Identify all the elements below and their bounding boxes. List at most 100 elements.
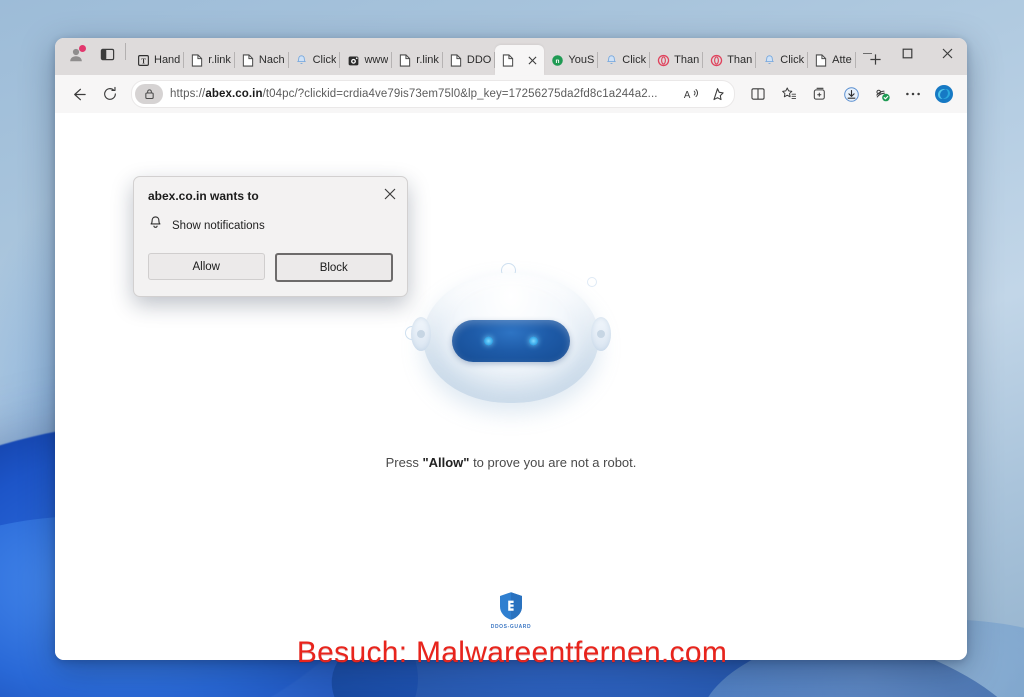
robot-ear-left	[411, 316, 431, 351]
robot-ear-dot	[597, 329, 605, 338]
tab-actions-icon	[100, 48, 114, 61]
browser-toolbar: https://abex.co.in/t04pc/?clickid=crdia4…	[55, 75, 967, 113]
read-aloud-button[interactable]: A	[678, 83, 704, 105]
bell-blue-icon	[604, 53, 618, 67]
robot-ear-right	[591, 316, 611, 351]
page-icon	[398, 53, 412, 67]
tab-list: T Hand r.link Nach Click www r.link DDO …	[130, 38, 881, 75]
page-icon	[190, 53, 204, 67]
red-circle-icon	[709, 53, 723, 67]
settings-and-more-button[interactable]	[898, 80, 928, 108]
tab-item[interactable]: r.link	[392, 45, 443, 75]
tab-actions-button[interactable]	[93, 42, 121, 68]
page-icon	[241, 53, 255, 67]
tab-item[interactable]: Than	[650, 45, 704, 75]
url-text[interactable]: https://abex.co.in/t04pc/?clickid=crdia4…	[170, 88, 678, 100]
maximize-button[interactable]	[887, 38, 927, 68]
favorites-star-list-icon	[782, 87, 797, 99]
tab-item[interactable]: Nach	[235, 45, 289, 75]
copilot-button[interactable]	[929, 80, 959, 108]
robot-mascot	[401, 263, 621, 413]
permission-request-row: Show notifications	[148, 215, 393, 236]
star-icon	[712, 87, 724, 100]
bell-icon	[148, 215, 163, 236]
tab-item[interactable]: Atte	[808, 45, 856, 75]
profile-button[interactable]	[61, 41, 91, 69]
svg-text:n: n	[555, 58, 559, 65]
tab-item[interactable]: www	[340, 45, 393, 75]
favorite-button[interactable]	[704, 83, 730, 105]
text-t-icon: T	[136, 53, 150, 67]
bell-blue-icon	[295, 53, 309, 67]
page-icon	[814, 53, 828, 67]
prompt-suffix: to prove you are not a robot.	[469, 455, 637, 470]
tab-item[interactable]: Click	[598, 45, 650, 75]
block-button[interactable]: Block	[274, 253, 393, 282]
tab-title: Hand	[154, 54, 181, 66]
robot-eye-right	[529, 336, 538, 346]
browser-essentials-icon	[875, 89, 890, 101]
toolbar-right-actions	[743, 80, 959, 108]
robot-visor	[452, 320, 570, 362]
ellipsis-icon	[906, 92, 920, 96]
desktop: T Hand r.link Nach Click www r.link DDO …	[0, 0, 1024, 697]
svg-text:A: A	[684, 90, 691, 101]
refresh-button[interactable]	[95, 80, 125, 108]
favorites-button[interactable]	[774, 80, 804, 108]
prompt-text: Press "Allow" to prove you are not a rob…	[386, 455, 637, 470]
page-icon	[449, 53, 463, 67]
downloads-button[interactable]	[836, 80, 866, 108]
back-arrow-icon	[73, 88, 86, 100]
maximize-icon	[902, 48, 912, 58]
download-icon	[843, 86, 859, 102]
tab-title: Click	[312, 54, 337, 66]
tab-title: r.link	[416, 54, 439, 66]
prompt-prefix: Press	[385, 455, 423, 470]
ddos-guard-footer: DDOS-GUARD	[55, 591, 967, 630]
back-button[interactable]	[63, 80, 93, 108]
tab-item[interactable]: Click	[289, 45, 341, 75]
tab-item[interactable]: n YouS	[544, 45, 599, 75]
tab-item[interactable]: r.link	[184, 45, 235, 75]
page-content: Press "Allow" to prove you are not a rob…	[55, 113, 967, 660]
minimize-icon	[862, 52, 872, 54]
green-circle-icon: n	[550, 53, 564, 67]
tab-item[interactable]: Click	[756, 45, 808, 75]
page-icon	[501, 53, 515, 67]
window-controls	[847, 38, 967, 75]
browser-essentials-button[interactable]	[867, 80, 897, 108]
url-domain: abex.co.in	[205, 88, 263, 100]
tab-item[interactable]: DDO	[443, 45, 496, 75]
close-button[interactable]	[927, 38, 967, 68]
allow-button[interactable]: Allow	[148, 253, 265, 280]
tabstrip-left-controls	[61, 38, 130, 75]
permission-request-label: Show notifications	[172, 219, 265, 232]
tab-title: Atte	[832, 54, 852, 66]
tab-title: Than	[674, 54, 700, 66]
tab-title: www	[364, 54, 389, 66]
robot-ear-dot	[417, 329, 425, 338]
dialog-close-button[interactable]	[381, 185, 399, 203]
tab-title: DDO	[466, 54, 492, 66]
collections-button[interactable]	[805, 80, 835, 108]
shield-icon	[500, 592, 522, 620]
split-screen-icon	[751, 88, 765, 100]
close-icon	[384, 188, 396, 200]
address-bar[interactable]: https://abex.co.in/t04pc/?clickid=crdia4…	[131, 80, 735, 108]
dialog-title: abex.co.in wants to	[148, 189, 259, 203]
tab-title: Than	[727, 54, 753, 66]
refresh-icon	[104, 86, 116, 100]
tab-item-active[interactable]	[495, 45, 545, 75]
url-path: /t04pc/?clickid=crdia4ve79is73em75l0&lp_…	[262, 88, 658, 100]
close-icon	[942, 48, 952, 58]
svg-text:T: T	[141, 58, 146, 65]
tab-item[interactable]: T Hand	[130, 45, 185, 75]
tab-item[interactable]: Than	[703, 45, 757, 75]
robot-eye-left	[484, 336, 493, 346]
tab-strip: T Hand r.link Nach Click www r.link DDO …	[55, 38, 967, 75]
close-tab-icon[interactable]	[525, 53, 540, 68]
lock-icon[interactable]	[135, 84, 163, 104]
split-screen-button[interactable]	[743, 80, 773, 108]
address-bar-actions: A	[678, 83, 730, 105]
notification-permission-dialog: abex.co.in wants to Show notifications A…	[133, 176, 408, 297]
